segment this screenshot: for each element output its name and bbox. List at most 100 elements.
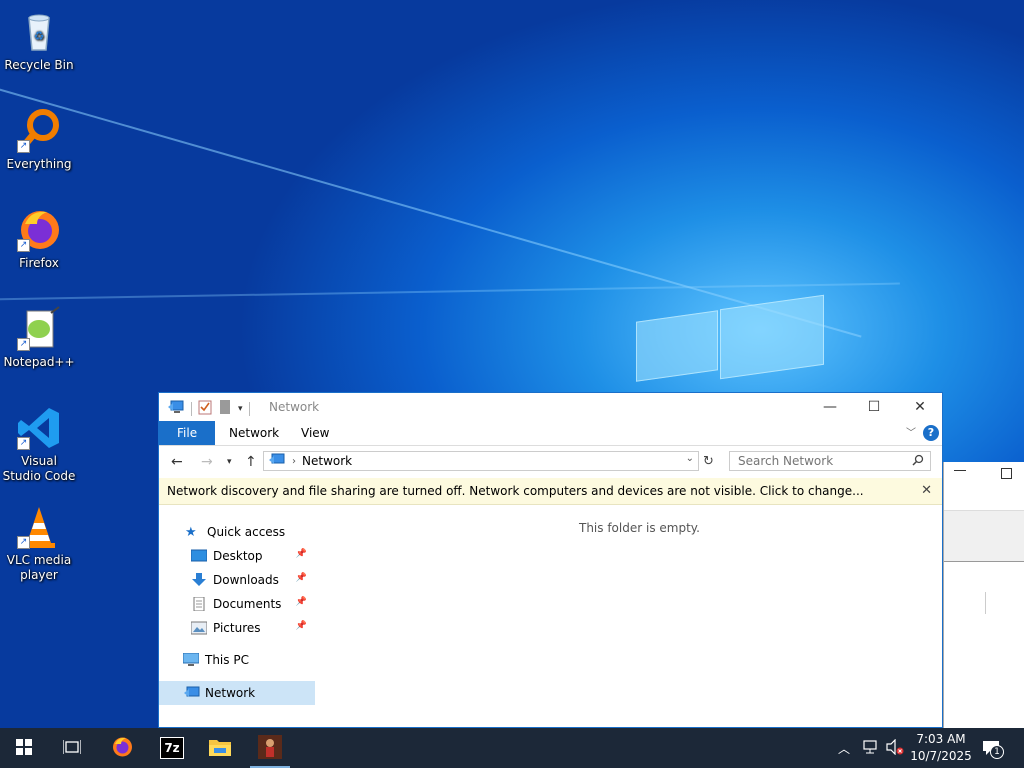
desktop-icon-vlc[interactable]: ↗ VLC media player	[1, 503, 77, 583]
refresh-icon[interactable]: ↻	[703, 454, 714, 469]
volume-button[interactable]	[886, 728, 904, 768]
nav-item-label: Pictures	[213, 621, 261, 635]
nav-item-pictures[interactable]: Pictures 📌	[190, 617, 315, 639]
minimize-icon[interactable]	[954, 470, 966, 471]
nav-item-desktop[interactable]: Desktop 📌	[190, 545, 315, 567]
divider	[191, 401, 192, 416]
show-hidden-icons-button[interactable]: ︿	[838, 728, 850, 768]
infobar-message[interactable]: Network discovery and file sharing are t…	[167, 484, 864, 498]
empty-folder-message: This folder is empty.	[579, 521, 700, 535]
pin-icon[interactable]: 📌	[296, 573, 307, 583]
expand-ribbon-chevron-icon[interactable]: ﹀	[906, 424, 916, 439]
maximize-icon: ☐	[867, 399, 881, 415]
tab-file[interactable]: File	[159, 421, 216, 445]
shortcut-arrow-icon: ↗	[17, 338, 30, 351]
navigation-pane: ★ Quick access Desktop 📌 Downloads 📌 Doc…	[159, 505, 315, 725]
maximize-button[interactable]: ☐	[851, 393, 897, 421]
system-clock[interactable]: 7:03 AM 10/7/2025	[906, 731, 976, 765]
network-discovery-infobar[interactable]: Network discovery and file sharing are t…	[159, 478, 942, 505]
clock-date: 10/7/2025	[910, 749, 972, 763]
pin-icon[interactable]: 📌	[296, 621, 307, 631]
desktop-icon-vscode[interactable]: ↗ Visual Studio Code	[1, 404, 77, 484]
explorer-body: ★ Quick access Desktop 📌 Downloads 📌 Doc…	[159, 505, 942, 725]
up-arrow-icon[interactable]: ↑	[245, 454, 257, 470]
task-view-icon	[62, 739, 82, 758]
desktop-icon-everything[interactable]: ↗ Everything	[1, 107, 77, 172]
quick-access-toolbar: ▾	[167, 399, 250, 418]
taskbar-firefox[interactable]	[98, 728, 146, 768]
firefox-icon: ↗	[15, 206, 63, 254]
nav-item-this-pc[interactable]: This PC	[182, 649, 315, 671]
nav-item-label: Downloads	[213, 573, 279, 587]
breadcrumb-separator-icon[interactable]: ›	[292, 456, 296, 467]
taskbar-7zip[interactable]: 7z	[148, 728, 196, 768]
task-view-button[interactable]	[48, 728, 96, 768]
desktop-icon-label: Notepad++	[3, 355, 75, 369]
window-title: Network	[269, 400, 320, 414]
minimize-button[interactable]: —	[807, 393, 853, 421]
shortcut-arrow-icon: ↗	[17, 536, 30, 549]
new-folder-icon[interactable]	[218, 399, 232, 418]
nav-item-label: Quick access	[207, 525, 286, 539]
desktop-icon-label: Recycle Bin	[4, 58, 74, 72]
desktop-icon-notepadpp[interactable]: ↗ Notepad++	[1, 305, 77, 370]
nav-item-label: This PC	[205, 653, 249, 667]
address-bar[interactable]: › Network ⌄	[263, 451, 699, 471]
taskbar-file-explorer[interactable]	[196, 728, 244, 768]
network-status-button[interactable]	[862, 728, 880, 768]
help-icon[interactable]: ?	[923, 425, 939, 441]
nav-item-downloads[interactable]: Downloads 📌	[191, 569, 315, 591]
address-dropdown-chevron-icon[interactable]: ⌄	[686, 453, 694, 464]
app-icon	[258, 734, 282, 762]
nav-item-documents[interactable]: Documents 📌	[191, 593, 315, 615]
divider	[985, 592, 986, 614]
maximize-icon[interactable]	[1001, 468, 1012, 479]
nav-item-quick-access[interactable]: ★ Quick access	[185, 521, 315, 543]
search-box[interactable]	[729, 451, 931, 471]
background-window[interactable]	[943, 462, 1024, 728]
forward-arrow-icon[interactable]: →	[201, 454, 213, 470]
network-status-icon	[862, 739, 880, 758]
pin-icon[interactable]: 📌	[296, 549, 307, 559]
windows-logo-wallpaper	[636, 290, 826, 400]
magnifier-icon: ↗	[15, 107, 63, 155]
volume-muted-icon	[886, 738, 904, 758]
vscode-icon: ↗	[15, 404, 63, 452]
tab-view[interactable]: View	[287, 421, 343, 445]
network-icon	[167, 399, 185, 418]
desktop-icon-recycle-bin[interactable]: ♻ Recycle Bin	[1, 8, 77, 73]
background-window-ribbon	[944, 510, 1024, 562]
recent-locations-chevron-icon[interactable]: ▾	[227, 457, 232, 467]
close-button[interactable]: ✕	[897, 393, 942, 421]
taskbar-running-app[interactable]	[246, 728, 294, 768]
title-bar[interactable]: ▾ Network — ☐ ✕	[159, 393, 942, 421]
properties-icon[interactable]	[198, 399, 212, 418]
vlc-cone-icon: ↗	[15, 503, 63, 551]
start-button[interactable]	[0, 728, 48, 768]
divider	[248, 401, 250, 416]
pin-icon[interactable]: 📌	[296, 597, 307, 607]
tab-network[interactable]: Network	[215, 421, 293, 445]
action-center-icon: 1	[982, 740, 1004, 759]
file-explorer-window[interactable]: ▾ Network — ☐ ✕ File Network View ﹀ ? ← …	[158, 392, 943, 728]
notepadpp-icon: ↗	[15, 305, 63, 353]
close-icon[interactable]: ✕	[921, 478, 932, 504]
7zip-icon: 7z	[160, 737, 184, 759]
notifications-button[interactable]: 1	[982, 728, 1004, 768]
clock-time: 7:03 AM	[916, 732, 966, 746]
desktop-icon-firefox[interactable]: ↗ Firefox	[1, 206, 77, 271]
nav-item-network[interactable]: Network	[159, 681, 315, 705]
shortcut-arrow-icon: ↗	[17, 437, 30, 450]
desktop-icon-label: Firefox	[19, 256, 59, 270]
chevron-down-icon[interactable]: ▾	[238, 404, 243, 414]
desktop-folder-icon	[190, 549, 208, 563]
search-input[interactable]	[730, 452, 916, 470]
search-icon[interactable]	[912, 454, 924, 469]
pictures-icon	[190, 621, 208, 635]
back-arrow-icon[interactable]: ←	[171, 454, 183, 470]
navigation-bar: ← → ▾ ↑ › Network ⌄ ↻	[159, 446, 942, 478]
breadcrumb-network[interactable]: Network	[302, 454, 352, 468]
shortcut-arrow-icon: ↗	[17, 239, 30, 252]
close-icon: ✕	[914, 399, 926, 415]
taskbar: 7z ︿ 7:03 AM 10/7/2025 1	[0, 728, 1024, 768]
